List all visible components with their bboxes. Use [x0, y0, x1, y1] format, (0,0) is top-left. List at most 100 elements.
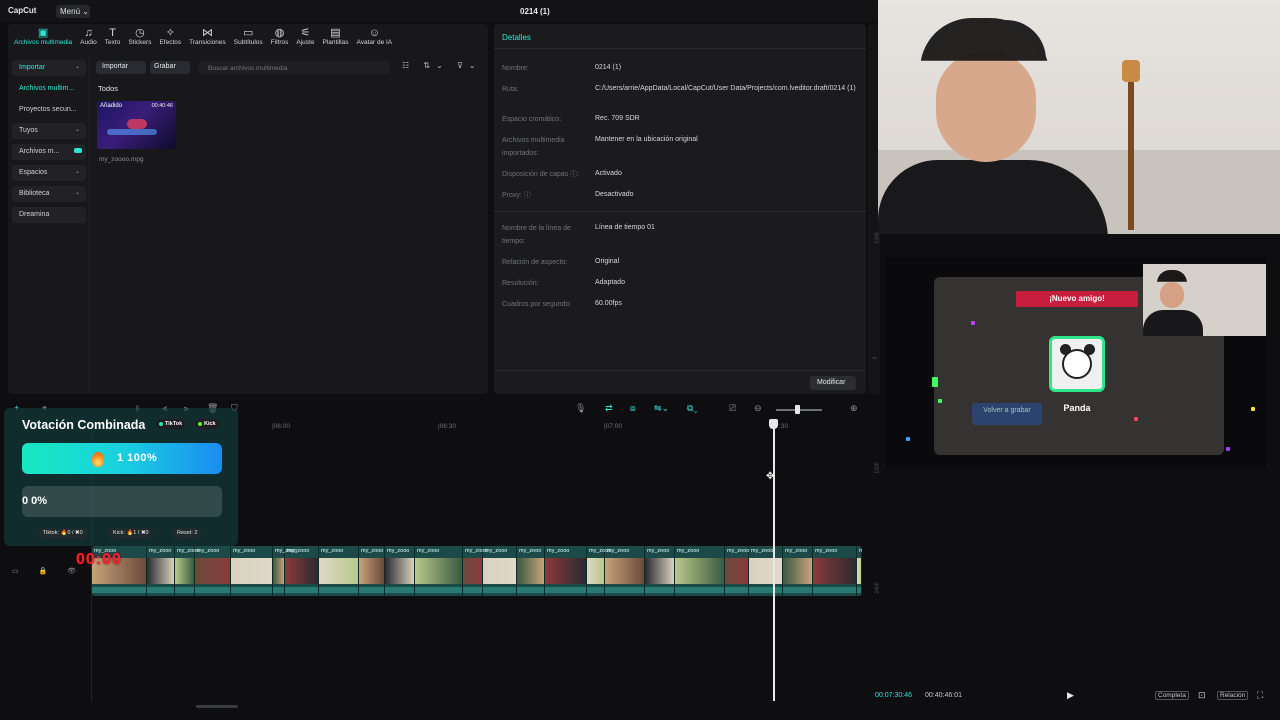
- timeline-clip[interactable]: my_zooo: [359, 546, 385, 596]
- toggle-icon[interactable]: [74, 148, 82, 153]
- timeline-clip[interactable]: my_zooo: [319, 546, 359, 596]
- fullscreen-icon[interactable]: ⛶: [1257, 690, 1263, 701]
- kick-dot-icon: [198, 422, 202, 426]
- timeline-clip[interactable]: my_zooo: [813, 546, 857, 596]
- timeline-clip[interactable]: my_zooo: [645, 546, 675, 596]
- clip-label: my_zooo: [149, 548, 172, 554]
- timeline-clip[interactable]: my_zooo: [285, 546, 319, 596]
- play-icon[interactable]: ▶: [1067, 690, 1074, 701]
- timeline-clip[interactable]: my_zooo: [231, 546, 273, 596]
- crop-icon[interactable]: ⊡: [1198, 690, 1206, 701]
- timeline-clip[interactable]: my_zooo: [273, 546, 297, 596]
- tab-label: Avatar de IA: [356, 39, 393, 46]
- timeline-clip[interactable]: my_zooo: [517, 546, 545, 596]
- timeline-clip[interactable]: my_zooo: [783, 546, 813, 596]
- move-cursor-icon: ✥: [766, 471, 775, 482]
- clip-audio-bar: [545, 587, 586, 593]
- streamer-face: [936, 52, 1036, 162]
- microphone-icon[interactable]: 🎙: [575, 403, 586, 414]
- clip-audio-bar: [415, 587, 462, 593]
- sidebar-item-2[interactable]: Proyectos secun...: [12, 102, 86, 118]
- screen-icon[interactable]: ⎚: [729, 403, 736, 414]
- sidebar-item-3[interactable]: Tuyos ⌄: [12, 123, 86, 139]
- tab-transitions[interactable]: ⋈ Transiciones: [185, 24, 230, 52]
- timeline-clip[interactable]: my_zooo: [195, 546, 231, 596]
- tab-effects[interactable]: ✧ Efectos: [155, 24, 185, 52]
- clip-frames: [645, 558, 674, 584]
- timeline-clip[interactable]: my_zooo: [545, 546, 587, 596]
- timeline-clip[interactable]: my_zooo: [857, 546, 862, 596]
- sticker-icon: ◷: [135, 27, 145, 39]
- record-button[interactable]: Grabar: [150, 61, 190, 74]
- timeline-clip[interactable]: my_zooo: [675, 546, 725, 596]
- full-quality-button[interactable]: Completa: [1155, 691, 1189, 700]
- menu-button[interactable]: Menú ⌄: [56, 5, 90, 18]
- timeline-clip[interactable]: my_zooo: [415, 546, 463, 596]
- clip-frames: [783, 558, 812, 584]
- timeline-clip[interactable]: my_zooo: [587, 546, 611, 596]
- timeline-clip[interactable]: my_zooo: [725, 546, 749, 596]
- playhead[interactable]: [773, 421, 775, 701]
- confetti: [1226, 447, 1230, 451]
- sidebar-item-0[interactable]: Importar ⌄: [12, 60, 86, 76]
- sidebar-item-4[interactable]: Archivos m...: [12, 144, 86, 160]
- tab-adjust[interactable]: ⚟ Ajuste: [292, 24, 318, 52]
- tab-media[interactable]: ▣ Archivos multimedia: [10, 24, 76, 52]
- preview-axis-icon[interactable]: ⧉⌄: [687, 403, 698, 414]
- zoom-in-icon[interactable]: ⊕: [850, 403, 858, 414]
- sidebar-item-5[interactable]: Espacios ⌄: [12, 165, 86, 181]
- link-clips-icon[interactable]: ⇋⌄: [654, 403, 669, 414]
- timeline-clip[interactable]: my_zooo: [385, 546, 415, 596]
- tab-text[interactable]: T Texto: [101, 24, 125, 52]
- vote-bar-secondary: 0 0%: [22, 486, 222, 517]
- import-button[interactable]: Importar: [96, 61, 146, 74]
- chevron-down-icon: ⌄: [74, 169, 80, 175]
- ruler-mark: 2400: [874, 582, 881, 594]
- ruler-mark: 0: [872, 356, 879, 360]
- clip-frames: [285, 558, 318, 584]
- timeline-scrollbar[interactable]: [196, 705, 238, 708]
- sidebar-item-label: Importar: [19, 64, 46, 71]
- tab-sticker[interactable]: ◷ Stickers: [124, 24, 155, 52]
- search-input[interactable]: [198, 61, 390, 74]
- details-key: Nombre de la línea de tiempo:: [502, 225, 571, 245]
- clip-label: my_zooo: [519, 548, 542, 554]
- timeline-clip[interactable]: my_zooo: [147, 546, 175, 596]
- timeline-clip[interactable]: my_zooo: [605, 546, 645, 596]
- zoom-out-icon[interactable]: ⊖: [754, 403, 762, 414]
- sidebar-item-6[interactable]: Biblioteca ⌄: [12, 186, 86, 202]
- aspect-ratio-button[interactable]: Relación: [1217, 691, 1249, 700]
- sidebar-item-label: Biblioteca: [19, 190, 50, 197]
- link-main-track-icon[interactable]: ⇄: [605, 403, 613, 414]
- sidebar-item-label: Tuyos: [19, 127, 38, 134]
- media-thumbnail[interactable]: Añadido 00:40:46: [97, 101, 176, 149]
- clip-label: my_zooo: [287, 548, 310, 554]
- timeline-clip[interactable]: my_zooo: [483, 546, 517, 596]
- tab-templates[interactable]: ▤ Plantillas: [318, 24, 352, 52]
- playhead-handle[interactable]: [769, 419, 778, 429]
- clip-frames: [415, 558, 462, 584]
- flame-icon: [92, 452, 104, 467]
- clip-label: my_zooo: [321, 548, 344, 554]
- timeline-clip[interactable]: my_zooo: [749, 546, 783, 596]
- tab-audio[interactable]: ♫ Audio: [76, 24, 101, 52]
- clip-audio-bar: [749, 587, 782, 593]
- timeline-clip[interactable]: my_zooo: [463, 546, 487, 596]
- tab-ai-avatar[interactable]: ☺ Avatar de IA: [352, 24, 396, 52]
- tab-subtitles[interactable]: ▭ Subtítulos: [230, 24, 267, 52]
- magnet-icon[interactable]: ⧈: [630, 403, 636, 414]
- clip-audio-bar: [517, 587, 544, 593]
- clip-frames: [605, 558, 644, 584]
- timeline-clip[interactable]: my_zooo: [175, 546, 199, 596]
- view-options-icon[interactable]: ☷ ⇅⌄ ⊽⌄: [402, 61, 482, 70]
- tab-filters[interactable]: ◍ Filtros: [267, 24, 293, 52]
- video-track[interactable]: my_zooo my_zooo my_zooo my_zooo my_zooo my_zo…: [92, 546, 862, 596]
- zoom-slider-handle[interactable]: [795, 405, 800, 414]
- sidebar-item-1[interactable]: Archivos multim...: [12, 81, 86, 97]
- modify-button[interactable]: Modificar: [810, 376, 856, 390]
- preview-canvas[interactable]: Volver a grabar ¡Nuevo amigo! Panda: [886, 257, 1266, 469]
- clip-frames: [857, 558, 861, 584]
- sidebar-item-7[interactable]: Dreamina: [12, 207, 86, 223]
- clip-audio-bar: [857, 587, 861, 593]
- clip-frames: [483, 558, 516, 584]
